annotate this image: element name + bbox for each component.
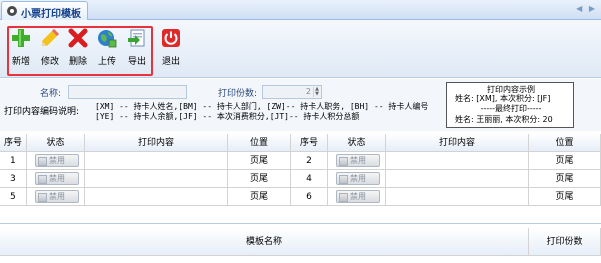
template-list-panel: 模板名称 打印份数 xyxy=(0,223,601,263)
copies-spinner[interactable]: 2 ▲ ▼ xyxy=(262,85,322,99)
column-header[interactable]: 位置 xyxy=(529,134,601,152)
position-cell[interactable]: 页尾 xyxy=(529,152,601,170)
delete-button-label: 删除 xyxy=(68,57,87,67)
copies-label: 打印份数: xyxy=(218,89,258,99)
position-cell[interactable]: 页尾 xyxy=(228,152,291,170)
export-button-label: 导出 xyxy=(127,57,146,67)
template-name-header[interactable]: 模板名称 xyxy=(0,228,529,256)
column-header[interactable]: 序号 xyxy=(0,134,27,152)
disable-toggle[interactable]: 禁用 xyxy=(35,190,79,203)
table-row[interactable]: 1 禁用 页尾 2 禁用 页尾 xyxy=(0,152,601,170)
upload-button-label: 上传 xyxy=(97,57,116,67)
print-content-cell[interactable] xyxy=(386,170,529,188)
row-number: 2 xyxy=(291,152,328,170)
upload-button[interactable]: 上传 xyxy=(95,28,119,72)
pencil-icon xyxy=(42,29,59,46)
position-cell[interactable]: 页尾 xyxy=(228,188,291,206)
power-icon xyxy=(162,29,180,47)
status-cell: 禁用 xyxy=(27,152,85,170)
row-number: 5 xyxy=(0,188,27,206)
example-line-2: -----最终打印----- xyxy=(480,104,542,113)
disable-toggle[interactable]: 禁用 xyxy=(35,172,79,185)
print-content-cell[interactable] xyxy=(85,188,228,206)
export-icon xyxy=(128,29,145,47)
export-button[interactable]: 导出 xyxy=(125,28,149,72)
column-header[interactable]: 位置 xyxy=(228,134,291,152)
exit-button-label: 退出 xyxy=(161,57,180,67)
column-header[interactable]: 打印内容 xyxy=(85,134,228,152)
status-cell: 禁用 xyxy=(27,170,85,188)
column-header[interactable]: 状态 xyxy=(27,134,85,152)
toolbar xyxy=(0,20,601,78)
tab-print-template[interactable]: 小票打印模板 xyxy=(1,1,88,20)
position-cell[interactable]: 页尾 xyxy=(529,188,601,206)
add-button-label: 新增 xyxy=(11,57,30,67)
grid-header-row: 序号 状态 打印内容 位置 序号 状态 打印内容 位置 xyxy=(0,134,601,152)
add-button[interactable]: 新增 xyxy=(9,28,33,72)
delete-button[interactable]: 删除 xyxy=(66,28,90,72)
codes-line-2: [YE] -- 持卡人余额,[JF] -- 本次消费积分,[JT]-- 持卡人积… xyxy=(95,112,360,121)
position-cell[interactable]: 页尾 xyxy=(228,170,291,188)
table-row[interactable]: 3 禁用 页尾 4 禁用 页尾 xyxy=(0,170,601,188)
print-content-cell[interactable] xyxy=(85,170,228,188)
codes-label: 打印内容编码说明: xyxy=(4,107,80,117)
name-label: 名称: xyxy=(40,89,62,99)
position-cell[interactable]: 页尾 xyxy=(529,170,601,188)
print-example-box: 打印内容示例 姓名: [XM], 本次积分: [JF] -----最终打印---… xyxy=(446,82,574,128)
copies-header[interactable]: 打印份数 xyxy=(529,228,601,256)
print-content-cell[interactable] xyxy=(85,152,228,170)
example-line-3: 姓名: 王丽丽, 本次积分: 20 xyxy=(455,115,553,124)
table-row[interactable]: 5 禁用 页尾 6 禁用 页尾 xyxy=(0,188,601,206)
print-content-cell[interactable] xyxy=(386,188,529,206)
column-header[interactable]: 序号 xyxy=(291,134,328,152)
disable-toggle[interactable]: 禁用 xyxy=(336,172,380,185)
tab-scroll-arrows[interactable]: ◀ ▶ xyxy=(576,4,597,13)
copies-value: 2 xyxy=(305,87,311,96)
close-icon[interactable] xyxy=(7,6,17,16)
plus-icon xyxy=(12,29,30,47)
globe-upload-icon xyxy=(98,30,117,48)
print-content-cell[interactable] xyxy=(386,152,529,170)
name-input[interactable] xyxy=(68,85,187,99)
status-cell: 禁用 xyxy=(328,170,386,188)
status-cell: 禁用 xyxy=(328,188,386,206)
edit-button[interactable]: 修改 xyxy=(38,28,62,72)
row-number: 6 xyxy=(291,188,328,206)
column-header[interactable]: 打印内容 xyxy=(386,134,529,152)
disable-toggle[interactable]: 禁用 xyxy=(336,190,380,203)
row-number: 3 xyxy=(0,170,27,188)
exit-button[interactable]: 退出 xyxy=(159,28,183,72)
disable-toggle[interactable]: 禁用 xyxy=(35,154,79,167)
spinner-arrows-icon[interactable]: ▲ ▼ xyxy=(313,87,320,97)
column-header[interactable]: 状态 xyxy=(328,134,386,152)
tab-title: 小票打印模板 xyxy=(21,9,81,20)
tab-bar: 小票打印模板 ◀ ▶ xyxy=(0,0,601,20)
status-cell: 禁用 xyxy=(27,188,85,206)
delete-x-icon xyxy=(68,28,88,48)
row-number: 1 xyxy=(0,152,27,170)
row-number: 4 xyxy=(291,170,328,188)
disable-toggle[interactable]: 禁用 xyxy=(336,154,380,167)
status-cell: 禁用 xyxy=(328,152,386,170)
